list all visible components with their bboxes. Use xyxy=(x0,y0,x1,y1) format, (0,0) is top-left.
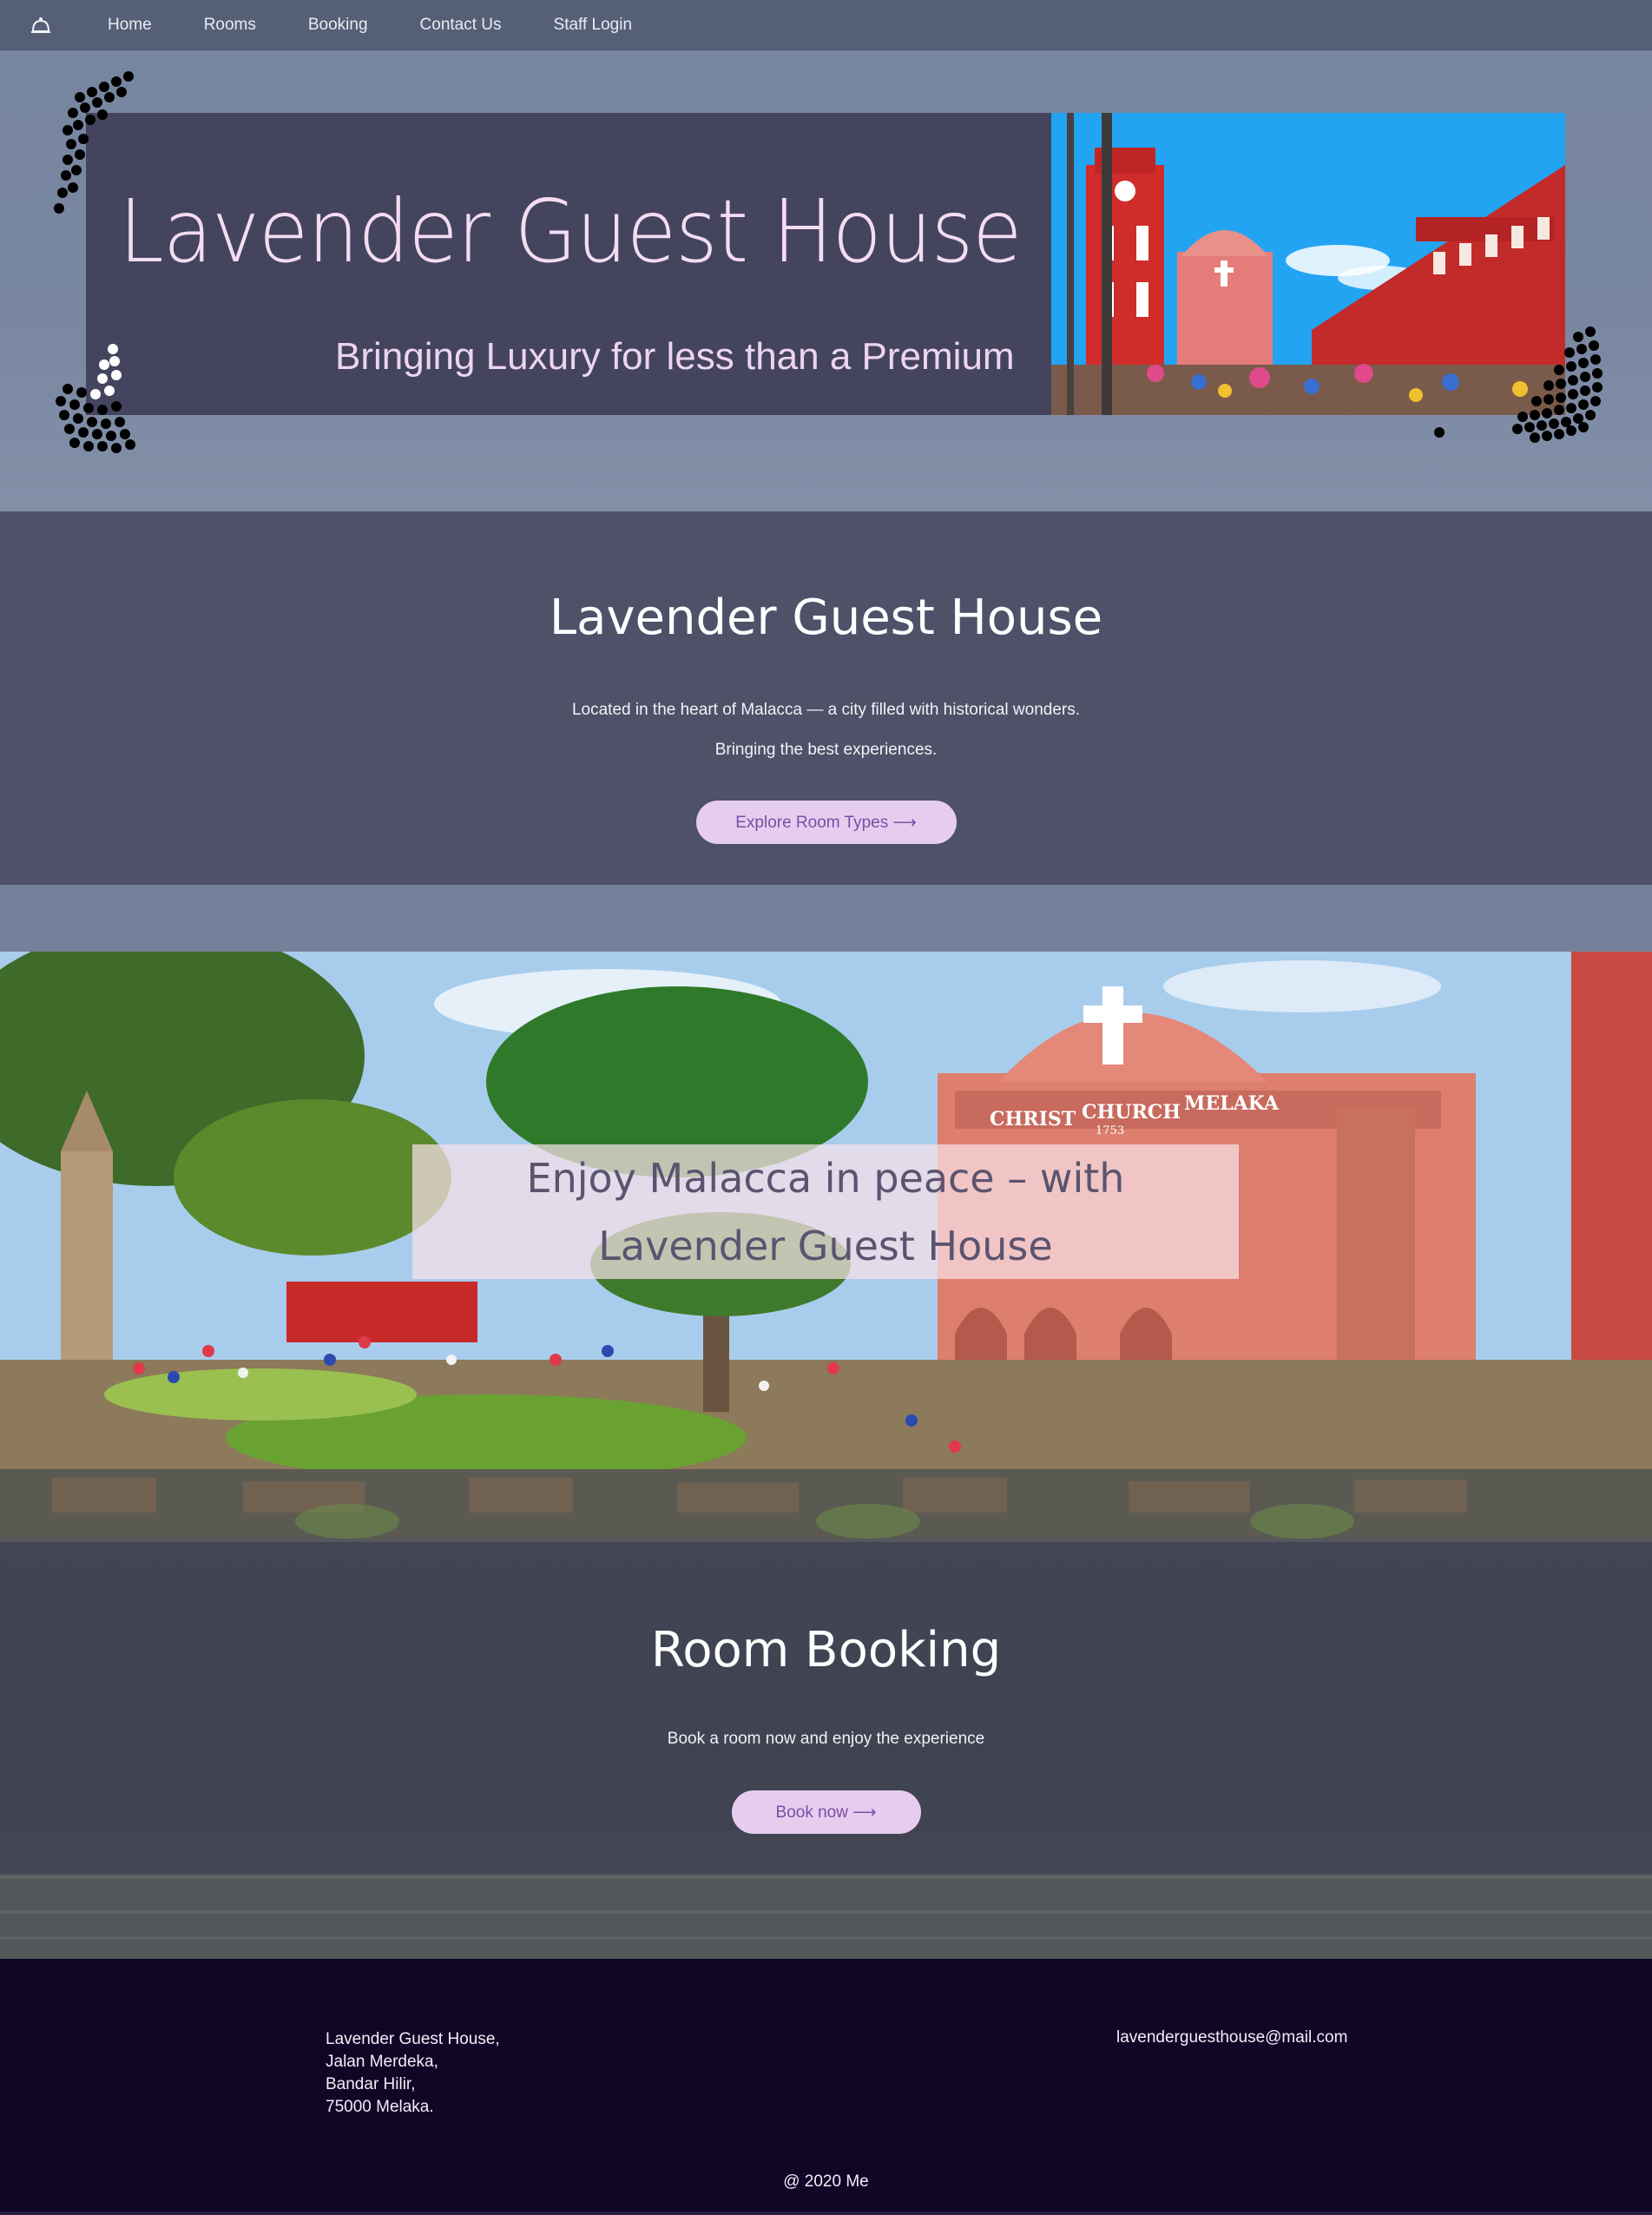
sign-year: 1753 xyxy=(1096,1124,1124,1137)
nav-contact-us[interactable]: Contact Us xyxy=(420,16,502,35)
footer-copyright: @ 2020 Me xyxy=(783,2172,869,2191)
dots-decoration-right xyxy=(1434,326,1603,443)
panorama-caption-line-1: Enjoy Malacca in peace – with xyxy=(526,1155,1125,1202)
sign-christ: CHRIST xyxy=(990,1108,1076,1131)
footer-address-line: 75000 Melaka. xyxy=(326,2098,434,2116)
booking-text: Book a room now and enjoy the experience xyxy=(667,1730,985,1748)
hero-subtitle: Bringing Luxury for less than a Premium xyxy=(335,335,1015,378)
footer-address-line: Lavender Guest House, xyxy=(326,2030,500,2048)
intro-section: Lavender Guest House Located in the hear… xyxy=(0,511,1652,885)
footer: Lavender Guest House, Jalan Merdeka, Ban… xyxy=(0,1959,1652,2215)
nav-home[interactable]: Home xyxy=(108,16,152,35)
intro-location-text: Located in the heart of Malacca — a city… xyxy=(571,701,1081,719)
sign-church: CHURCH xyxy=(1082,1101,1181,1124)
footer-address: Lavender Guest House, Jalan Merdeka, Ban… xyxy=(326,2028,500,2119)
hero-title: Lavender Guest House xyxy=(119,181,1023,282)
intro-tagline-text: Bringing the best experiences. xyxy=(714,741,938,759)
panorama-caption: Enjoy Malacca in peace – with Lavender G… xyxy=(412,1144,1239,1279)
footer-address-line: Jalan Merdeka, xyxy=(326,2053,438,2071)
footer-bottom-divider xyxy=(0,2212,1652,2215)
booking-heading: Room Booking xyxy=(650,1622,1002,1678)
section-spacer xyxy=(0,885,1652,952)
sign-melaka: MELAKA xyxy=(1184,1092,1280,1115)
explore-room-types-button[interactable]: Explore Room Types ⟶ xyxy=(695,801,957,844)
room-booking-section: Room Booking Book a room now and enjoy t… xyxy=(0,1542,1652,1874)
footer-email[interactable]: lavenderguesthouse@mail.com xyxy=(1116,2028,1347,2047)
nav-rooms[interactable]: Rooms xyxy=(204,16,256,35)
dots-decoration-bottom-left xyxy=(56,344,135,453)
nav-staff-login[interactable]: Staff Login xyxy=(554,16,633,35)
footer-address-line: Bandar Hilir, xyxy=(326,2075,416,2093)
hero-section: Lavender Guest House Bringing Luxury for… xyxy=(0,50,1652,511)
intro-heading: Lavender Guest House xyxy=(549,590,1103,646)
malacca-panorama-image: CHRIST CHURCH MELAKA 1753 Enjoy Malacca … xyxy=(0,952,1652,1469)
panorama-caption-line-2: Lavender Guest House xyxy=(598,1223,1053,1269)
nav-booking[interactable]: Booking xyxy=(308,16,368,35)
book-now-button[interactable]: Book now ⟶ xyxy=(731,1790,921,1834)
dots-decoration-top-left xyxy=(54,71,134,214)
hotel-bell-icon[interactable] xyxy=(30,14,52,36)
top-navbar: Home Rooms Booking Contact Us Staff Logi… xyxy=(0,0,1652,50)
